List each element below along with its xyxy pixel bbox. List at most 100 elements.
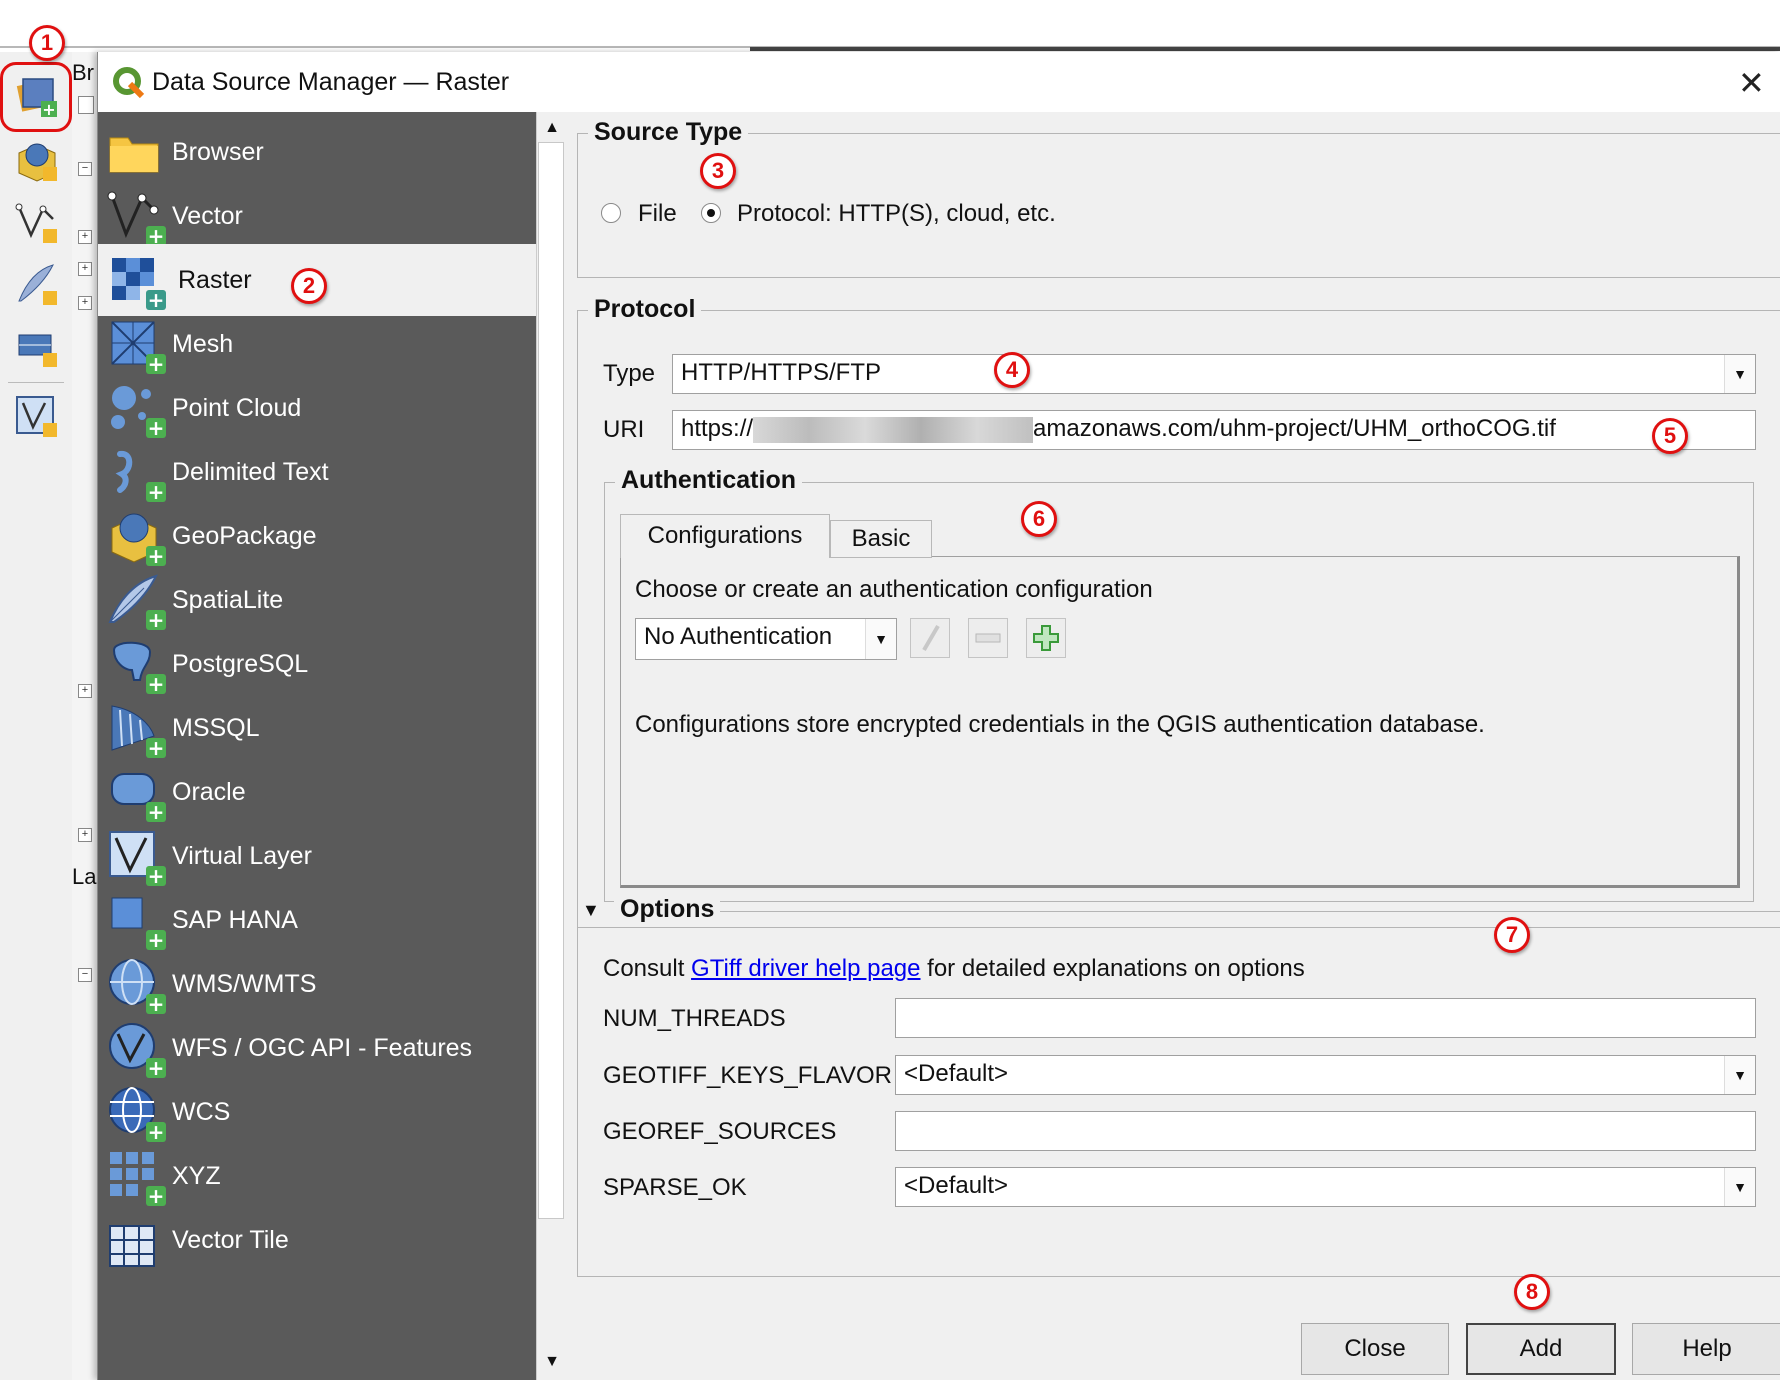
sidebar-item-browser[interactable]: Browser	[98, 116, 536, 188]
tree-collapse[interactable]: −	[78, 968, 92, 982]
type-value: HTTP/HTTPS/FTP	[681, 359, 881, 386]
sidebar-item-label: Vector Tile	[172, 1225, 289, 1254]
options-divider	[718, 911, 1780, 912]
sidebar-item-vector[interactable]: + Vector	[98, 180, 536, 252]
sidebar-item-mssql[interactable]: + MSSQL	[98, 692, 536, 764]
step-marker-6: 6	[1021, 501, 1057, 537]
layers-panel-title-fragment: La	[72, 864, 97, 889]
scroll-up-icon[interactable]: ▲	[542, 118, 562, 138]
add-virtual-layer-button[interactable]	[8, 388, 64, 444]
sidebar-item-sap-hana[interactable]: + SAP HANA	[98, 884, 536, 956]
chevron-down-icon: ▼	[865, 619, 896, 659]
add-config-button[interactable]	[1026, 618, 1066, 658]
sidebar-item-xyz[interactable]: + XYZ	[98, 1140, 536, 1212]
source-type-title: Source Type	[588, 118, 749, 147]
sidebar-item-postgresql[interactable]: + PostgreSQL	[98, 628, 536, 700]
toolbar-separator	[8, 382, 64, 383]
edit-config-button[interactable]	[910, 618, 950, 658]
close-window-button[interactable]: ✕	[1738, 64, 1765, 102]
tree-collapse[interactable]: −	[78, 162, 92, 176]
add-button[interactable]: Add	[1466, 1323, 1616, 1375]
options-title[interactable]: Options	[614, 895, 721, 924]
sidebar-item-label: GeoPackage	[172, 521, 317, 550]
tree-expand[interactable]: +	[78, 230, 92, 244]
tree-expand[interactable]: +	[78, 684, 92, 698]
spatialite-layer-icon	[18, 264, 57, 305]
option-label: SPARSE_OK	[603, 1174, 747, 1201]
add-mesh-layer-button[interactable]	[8, 318, 64, 374]
sparse-ok-value: <Default>	[904, 1172, 1009, 1199]
gtiff-help-link[interactable]: GTiff driver help page	[691, 955, 920, 982]
sidebar-item-spatialite[interactable]: + SpatiaLite	[98, 564, 536, 636]
sidebar-item-label: Browser	[172, 137, 264, 166]
protocol-radio-label: Protocol: HTTP(S), cloud, etc.	[737, 200, 1056, 227]
dialog-titlebar: Data Source Manager — Raster ✕	[98, 52, 1780, 112]
tree-expand[interactable]: +	[78, 262, 92, 276]
add-vector-layer-button[interactable]	[8, 194, 64, 250]
pencil-icon	[922, 624, 940, 652]
file-radio-label: File	[638, 200, 677, 227]
dialog-title: Data Source Manager — Raster	[152, 68, 510, 96]
step-marker-7: 7	[1494, 917, 1530, 953]
tree-expand[interactable]: +	[78, 296, 92, 310]
remove-config-button[interactable]	[968, 618, 1008, 658]
protocol-title: Protocol	[588, 295, 702, 324]
add-spatialite-layer-button[interactable]	[8, 256, 64, 312]
sidebar-item-mesh[interactable]: + Mesh	[98, 308, 536, 380]
georef-sources-input[interactable]	[895, 1111, 1756, 1151]
sidebar-item-label: Delimited Text	[172, 457, 329, 486]
file-radio[interactable]	[601, 203, 621, 223]
geopackage-layer-icon	[18, 143, 57, 182]
tab-basic[interactable]: Basic	[830, 520, 932, 558]
add-geopackage-layer-button[interactable]	[8, 132, 64, 188]
geotiff-keys-flavor-value: <Default>	[904, 1060, 1009, 1087]
chevron-down-icon: ▼	[1724, 1056, 1755, 1094]
sidebar-item-wfs[interactable]: + WFS / OGC API - Features	[98, 1012, 536, 1084]
sparse-ok-combobox[interactable]: <Default> ▼	[895, 1167, 1756, 1207]
sidebar-item-label: SpatiaLite	[172, 585, 284, 614]
sidebar-item-geopackage[interactable]: + GeoPackage	[98, 500, 536, 572]
sidebar-item-oracle[interactable]: + Oracle	[98, 756, 536, 828]
uri-prefix: https://	[681, 415, 754, 442]
consult-suffix: for detailed explanations on options	[920, 955, 1305, 982]
mesh-layer-icon	[18, 334, 57, 367]
step-marker-5: 5	[1652, 418, 1688, 454]
sidebar-item-label: Mesh	[172, 329, 234, 358]
vector-tile-icon	[109, 1225, 155, 1267]
redacted-host	[753, 416, 1034, 443]
geotiff-keys-flavor-combobox[interactable]: <Default> ▼	[895, 1055, 1756, 1095]
sidebar-item-virtual-layer[interactable]: + Virtual Layer	[98, 820, 536, 892]
tree-expand[interactable]: +	[78, 828, 92, 842]
sidebar-item-delimited-text[interactable]: + Delimited Text	[98, 436, 536, 508]
type-combobox[interactable]: HTTP/HTTPS/FTP ▼	[672, 354, 1756, 394]
sidebar-scrollbar-thumb[interactable]	[538, 142, 564, 1219]
highlight-ring	[0, 62, 72, 132]
sidebar-item-point-cloud[interactable]: + Point Cloud	[98, 372, 536, 444]
sidebar-item-vector-tile[interactable]: Vector Tile	[98, 1204, 536, 1276]
num-threads-input[interactable]	[895, 998, 1756, 1038]
step-marker-1: 1	[29, 25, 65, 61]
tab-configurations[interactable]: Configurations	[620, 514, 830, 558]
auth-config-combobox[interactable]: No Authentication ▼	[635, 618, 897, 660]
add-icon	[1033, 625, 1059, 651]
sidebar-item-label: Virtual Layer	[172, 841, 312, 870]
sidebar-item-wms-wmts[interactable]: + WMS/WMTS	[98, 948, 536, 1020]
uri-input[interactable]: https:// amazonaws.com/uhm-project/UHM_or…	[672, 410, 1756, 450]
sidebar-item-label: Vector	[172, 201, 243, 230]
browser-checkbox[interactable]	[78, 96, 94, 114]
option-label: NUM_THREADS	[603, 1005, 786, 1032]
close-button[interactable]: Close	[1301, 1323, 1449, 1375]
consult-prefix: Consult	[603, 955, 692, 982]
authentication-title: Authentication	[615, 466, 802, 495]
sidebar-item-label: PostgreSQL	[172, 649, 309, 678]
help-button[interactable]: Help	[1632, 1323, 1780, 1375]
scroll-down-icon[interactable]: ▼	[542, 1352, 562, 1372]
protocol-radio[interactable]	[701, 203, 721, 223]
minus-icon	[975, 633, 1001, 643]
sidebar-item-wcs[interactable]: + WCS	[98, 1076, 536, 1148]
collapse-triangle-icon[interactable]: ▼	[582, 900, 600, 921]
option-label: GEOREF_SOURCES	[603, 1118, 837, 1145]
sidebar-item-label: Oracle	[172, 777, 246, 806]
browser-panel-title-fragment: Br	[72, 60, 94, 85]
step-marker-4: 4	[994, 352, 1030, 388]
